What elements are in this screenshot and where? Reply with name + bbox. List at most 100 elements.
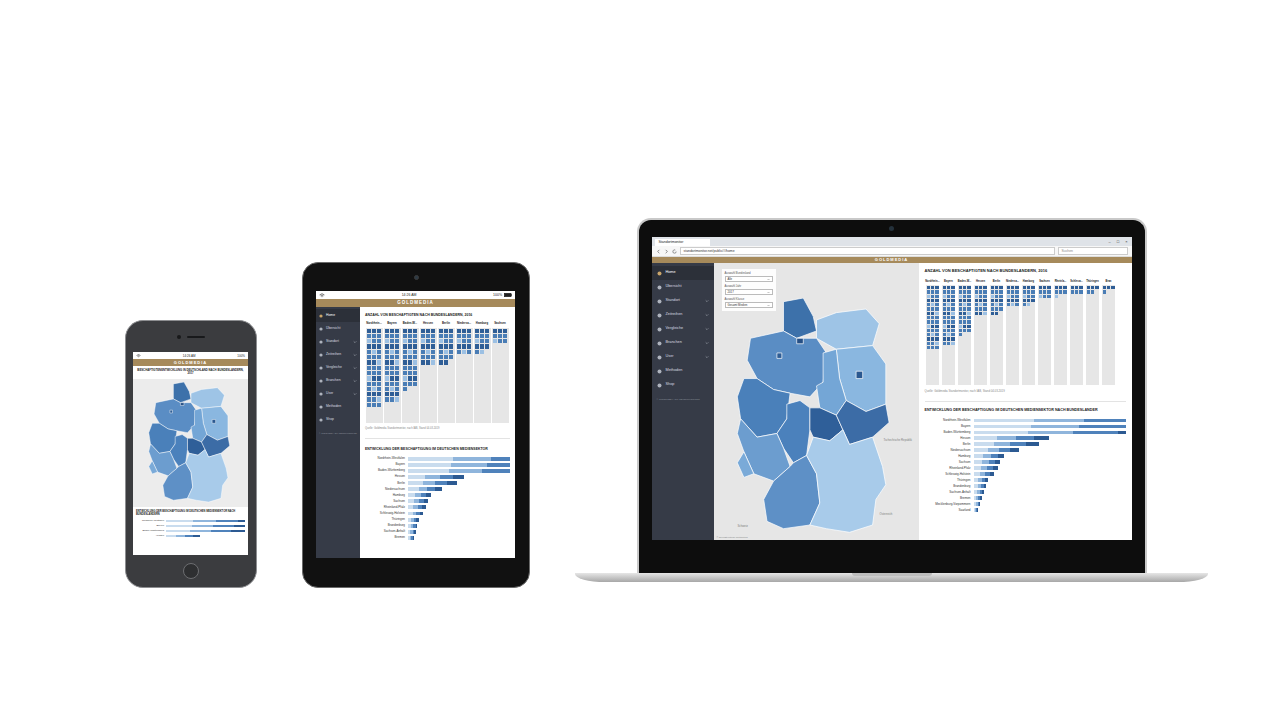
browser-tab[interactable]: Standortmonitor xyxy=(655,239,710,246)
bar-segment xyxy=(1084,419,1126,423)
bar-segment xyxy=(425,475,439,479)
waffle-square xyxy=(403,371,407,375)
map-region[interactable] xyxy=(162,462,192,500)
bar-track xyxy=(974,478,1126,482)
map-region[interactable] xyxy=(169,410,172,413)
waffle-square xyxy=(413,334,417,338)
map-region[interactable] xyxy=(796,338,803,343)
sidebar-item[interactable]: Zeitreihen xyxy=(316,348,360,361)
waffle-square xyxy=(927,312,930,315)
chevron-down-icon xyxy=(705,313,709,317)
map-region[interactable] xyxy=(783,298,816,338)
waffle-square xyxy=(943,295,946,298)
map-region[interactable] xyxy=(816,349,846,415)
sidebar-item[interactable]: Vergleiche xyxy=(316,361,360,374)
window-control[interactable]: – xyxy=(1109,240,1111,244)
map-region[interactable] xyxy=(737,452,754,478)
bar-label: Baden-Württemberg xyxy=(365,469,405,472)
window-control[interactable]: □ xyxy=(1117,240,1119,244)
map[interactable] xyxy=(133,379,248,507)
sidebar-item[interactable]: Standort xyxy=(652,294,714,308)
waffle-square xyxy=(935,295,938,298)
waffle-column: Sachsen xyxy=(1037,280,1053,385)
waffle-square xyxy=(979,290,982,293)
brand-logo: GOLDMEDIA xyxy=(174,361,207,365)
waffle-square xyxy=(413,355,417,359)
map[interactable]: Auswahl BundeslandAlleAuswahl Jahr2017Au… xyxy=(714,263,919,540)
reload-icon[interactable] xyxy=(672,249,677,254)
map-region[interactable] xyxy=(737,419,790,481)
sidebar-item[interactable]: Branchen xyxy=(652,336,714,350)
map-region[interactable] xyxy=(180,402,184,405)
sidebar-item[interactable]: Übersicht xyxy=(316,322,360,335)
forward-arrow-icon[interactable] xyxy=(664,249,669,254)
sidebar-item[interactable]: User xyxy=(652,350,714,364)
waffle-square xyxy=(963,312,966,315)
map-region[interactable] xyxy=(173,382,191,403)
sidebar-item[interactable]: Zeitreihen xyxy=(652,308,714,322)
sidebar-item[interactable]: Shop xyxy=(652,378,714,392)
speaker-icon xyxy=(187,336,205,338)
bar-track xyxy=(166,535,245,538)
waffle-square xyxy=(1011,299,1014,302)
sidebar-item[interactable]: Shop xyxy=(316,413,360,426)
home-button[interactable] xyxy=(183,563,199,579)
sidebar-item[interactable]: Home xyxy=(652,266,714,280)
bar-label: Hessen xyxy=(925,437,971,440)
bar-segment xyxy=(482,469,510,473)
bar-chart: Nordrhein-WestfalenBayernBaden-Württembe… xyxy=(365,456,510,541)
sidebar-item[interactable]: Methoden xyxy=(652,364,714,378)
map-region[interactable] xyxy=(185,449,227,502)
filter-select[interactable]: 2017 xyxy=(725,289,773,295)
waffle-square xyxy=(503,329,507,333)
address-bar[interactable]: standortmonitor.net/public/#/home xyxy=(680,247,1055,255)
search-field[interactable]: Suchen xyxy=(1058,247,1128,255)
map-region[interactable] xyxy=(191,408,207,442)
bar-label: Rheinland-Pfalz xyxy=(365,506,405,509)
sidebar-label: Methoden xyxy=(326,405,341,408)
waffle-column: Baden-W... xyxy=(401,322,419,422)
waffle-square xyxy=(967,316,970,319)
map-region[interactable] xyxy=(856,371,863,378)
sidebar-label: Methoden xyxy=(666,369,683,373)
filter-select[interactable]: Gesamt Medien xyxy=(725,302,773,308)
bar-label: Bayern xyxy=(365,463,405,466)
map-region[interactable] xyxy=(148,444,176,476)
sidebar-item[interactable]: Übersicht xyxy=(652,280,714,294)
sidebar-label: Standort xyxy=(666,299,680,303)
window-control[interactable]: × xyxy=(1125,240,1127,244)
map-region[interactable] xyxy=(148,461,157,474)
waffle-square xyxy=(931,312,934,315)
waffle-square xyxy=(1031,299,1034,302)
waffle-square xyxy=(426,329,430,333)
waffle-square xyxy=(1059,286,1062,289)
waffle-square xyxy=(444,355,448,359)
waffle-square xyxy=(951,320,954,323)
sidebar-item[interactable]: User xyxy=(316,387,360,400)
map-region[interactable] xyxy=(191,387,224,408)
waffle-square xyxy=(413,360,417,364)
map-region[interactable] xyxy=(212,419,216,423)
waffle-square xyxy=(1039,295,1042,298)
waffle-square xyxy=(413,329,417,333)
waffle-square xyxy=(413,376,417,380)
germany-map[interactable] xyxy=(734,298,899,536)
sidebar-item[interactable]: Home xyxy=(316,309,360,322)
waffle-square xyxy=(927,307,930,310)
germany-map[interactable] xyxy=(147,382,235,504)
map-region[interactable] xyxy=(763,455,819,528)
filter-select[interactable]: Alle xyxy=(725,276,773,282)
bars-title: ENTWICKLUNG DER BESCHÄFTIGUNG IM DEUTSCH… xyxy=(925,408,1126,412)
back-arrow-icon[interactable] xyxy=(656,249,661,254)
sidebar-item[interactable]: Branchen xyxy=(316,374,360,387)
sidebar-item[interactable]: Methoden xyxy=(316,400,360,413)
sidebar-item[interactable]: Vergleiche xyxy=(652,322,714,336)
waffle-label: Hamburg xyxy=(476,322,488,325)
waffle-square xyxy=(959,299,962,302)
map-region[interactable] xyxy=(776,353,781,358)
waffle-square xyxy=(372,334,376,338)
sidebar-item[interactable]: Standort xyxy=(316,335,360,348)
bar-label: Bayern xyxy=(136,525,164,527)
map-region[interactable] xyxy=(806,430,885,533)
map-region[interactable] xyxy=(816,309,879,349)
